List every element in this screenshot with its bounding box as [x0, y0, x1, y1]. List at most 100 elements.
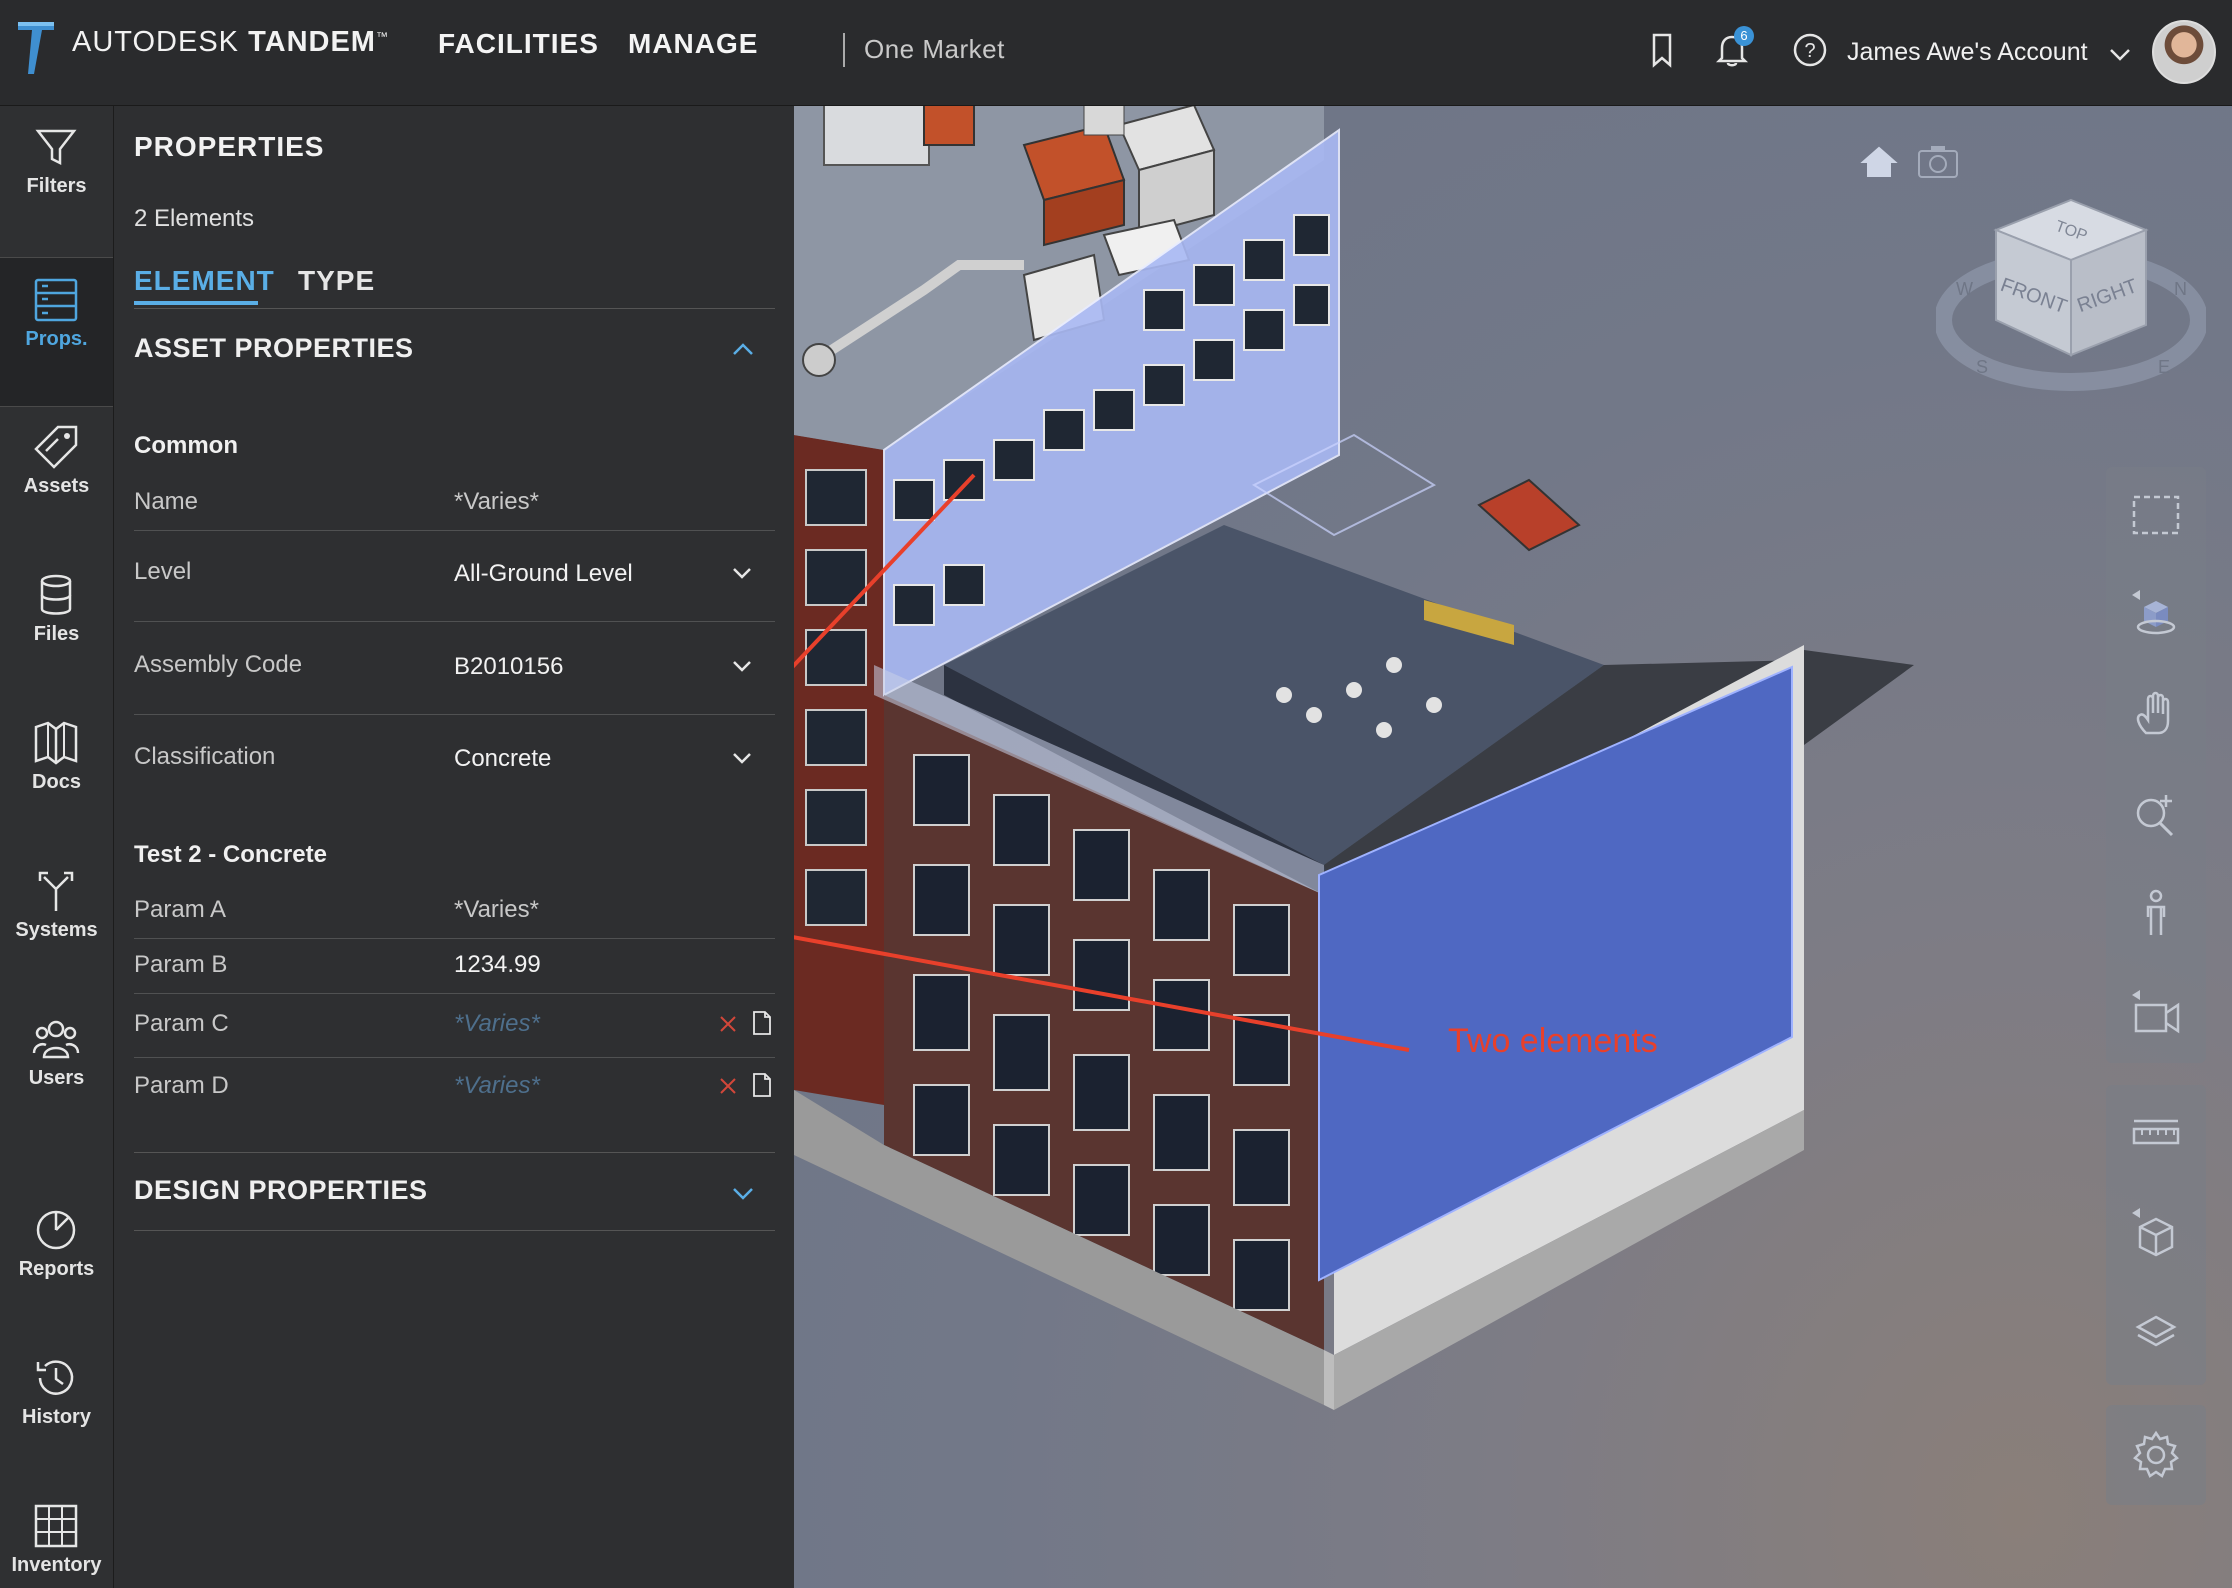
box-select-icon[interactable]	[2128, 487, 2184, 543]
property-value[interactable]: 1234.99	[454, 951, 541, 979]
row-divider	[134, 993, 775, 994]
property-value-input[interactable]: *Varies*	[454, 1072, 540, 1100]
brick-facade	[794, 435, 884, 1105]
property-value-input[interactable]: *Varies*	[454, 1010, 540, 1038]
clear-x-icon[interactable]	[718, 1076, 738, 1096]
tandem-logo-icon[interactable]	[16, 20, 56, 76]
tab-element[interactable]: ELEMENT	[134, 265, 275, 297]
chevron-down-icon[interactable]	[730, 1180, 756, 1206]
property-key: Level	[134, 558, 192, 585]
layers-icon[interactable]	[2128, 1305, 2184, 1361]
filter-icon	[35, 129, 77, 166]
rail-item-docs[interactable]: Docs	[0, 701, 113, 849]
properties-icon	[34, 278, 78, 322]
measure-icon[interactable]	[2128, 1105, 2184, 1161]
model-viewport[interactable]: TOP FRONT RIGHT W N S E	[794, 105, 2232, 1588]
orbit-icon[interactable]	[2128, 587, 2184, 643]
property-key: Name	[134, 488, 199, 515]
property-row-param-a: Param A *Varies*	[134, 893, 775, 941]
zoom-icon[interactable]	[2128, 787, 2184, 843]
property-row-param-b: Param B 1234.99	[134, 948, 775, 998]
rail-label-props: Props.	[25, 328, 88, 350]
level-select[interactable]: All-Ground Level	[454, 560, 633, 588]
chevron-down-icon[interactable]	[730, 746, 754, 770]
grid-table-icon	[34, 1504, 78, 1548]
walk-person-icon[interactable]	[2128, 887, 2184, 943]
pan-hand-icon[interactable]	[2128, 687, 2184, 743]
notification-badge: 6	[1734, 26, 1754, 46]
chevron-down-icon[interactable]	[2106, 40, 2134, 68]
property-row-name: Name *Varies*	[134, 485, 775, 533]
property-key: Param A	[134, 896, 227, 923]
bookmark-icon[interactable]	[1642, 30, 1682, 70]
nav-manage[interactable]: MANAGE	[628, 28, 758, 60]
brand-autodesk: AUTODESK	[72, 26, 240, 58]
tag-icon	[34, 425, 78, 469]
assembly-code-select[interactable]: B2010156	[454, 653, 563, 681]
row-divider	[134, 714, 775, 715]
settings-gear-icon[interactable]	[2128, 1427, 2184, 1483]
rail-item-inventory[interactable]: Inventory	[0, 1484, 113, 1588]
rail-item-files[interactable]: Files	[0, 553, 113, 701]
property-value[interactable]: *Varies*	[454, 896, 539, 924]
row-divider	[134, 530, 775, 531]
section-divider	[134, 1230, 775, 1231]
systems-icon	[38, 871, 74, 911]
property-row-classification: Classification Concrete	[134, 740, 775, 810]
group-test-2-concrete: Test 2 - Concrete	[134, 841, 327, 868]
chevron-down-icon[interactable]	[730, 561, 754, 585]
rail-item-props[interactable]: Props.	[0, 257, 113, 407]
rail-label-reports: Reports	[18, 1258, 95, 1280]
property-row-param-d: Param D *Varies*	[134, 1067, 775, 1123]
property-value[interactable]: *Varies*	[454, 488, 539, 516]
selection-count: 2 Elements	[134, 205, 255, 232]
asset-properties-header[interactable]: ASSET PROPERTIES	[134, 333, 414, 364]
rail-item-assets[interactable]: Assets	[0, 405, 113, 553]
facility-name[interactable]: One Market	[864, 34, 1005, 65]
chevron-down-icon[interactable]	[730, 654, 754, 678]
group-common: Common	[134, 432, 238, 459]
rail-item-users[interactable]: Users	[0, 997, 113, 1145]
navigation-toolbar	[2106, 467, 2206, 1063]
compass-e[interactable]: E	[2158, 357, 2170, 377]
rail-item-filters[interactable]: Filters	[0, 105, 113, 253]
rail-item-reports[interactable]: Reports	[0, 1188, 113, 1336]
rail-label-inventory: Inventory	[11, 1554, 102, 1576]
home-view-icon[interactable]	[1857, 140, 1901, 184]
rail-label-users: Users	[28, 1067, 85, 1089]
settings-toolbar	[2106, 1405, 2206, 1505]
tab-divider	[134, 308, 775, 309]
property-key: Param C	[134, 1010, 229, 1037]
row-divider	[134, 938, 775, 939]
classification-select[interactable]: Concrete	[454, 745, 551, 773]
avatar[interactable]	[2152, 20, 2216, 84]
active-tab-indicator	[134, 301, 258, 305]
svg-text:?: ?	[1804, 40, 1815, 62]
rail-label-systems: Systems	[15, 919, 98, 941]
properties-panel: PROPERTIES 2 Elements ELEMENT TYPE ASSET…	[113, 105, 794, 1588]
camera-video-icon[interactable]	[2128, 987, 2184, 1043]
compass-n[interactable]: N	[2174, 279, 2187, 299]
breadcrumb-divider	[843, 33, 845, 67]
chevron-up-icon[interactable]	[730, 337, 756, 363]
notifications[interactable]: 6	[1712, 26, 1756, 72]
compass-s[interactable]: S	[1976, 357, 1988, 377]
tools-toolbar	[2106, 1085, 2206, 1385]
design-properties-header[interactable]: DESIGN PROPERTIES	[134, 1175, 428, 1206]
row-divider	[134, 621, 775, 622]
clear-x-icon[interactable]	[718, 1014, 738, 1034]
view-cube[interactable]: TOP FRONT RIGHT W N S E	[1936, 190, 2206, 400]
nav-facilities[interactable]: FACILITIES	[438, 28, 599, 60]
brand-title[interactable]: AUTODESK TANDEM™	[72, 26, 389, 59]
help-icon[interactable]: ?	[1790, 30, 1830, 70]
camera-snapshot-icon[interactable]	[1915, 141, 1961, 183]
account-menu[interactable]: James Awe's Account	[1847, 38, 2088, 67]
document-icon[interactable]	[752, 1073, 772, 1097]
rail-item-systems[interactable]: Systems	[0, 849, 113, 997]
section-box-icon[interactable]	[2128, 1205, 2184, 1261]
document-icon[interactable]	[752, 1011, 772, 1035]
tab-type[interactable]: TYPE	[298, 265, 375, 297]
rail-item-history[interactable]: History	[0, 1336, 113, 1484]
property-row-param-c: Param C *Varies*	[134, 1005, 775, 1061]
compass-w[interactable]: W	[1956, 279, 1973, 299]
